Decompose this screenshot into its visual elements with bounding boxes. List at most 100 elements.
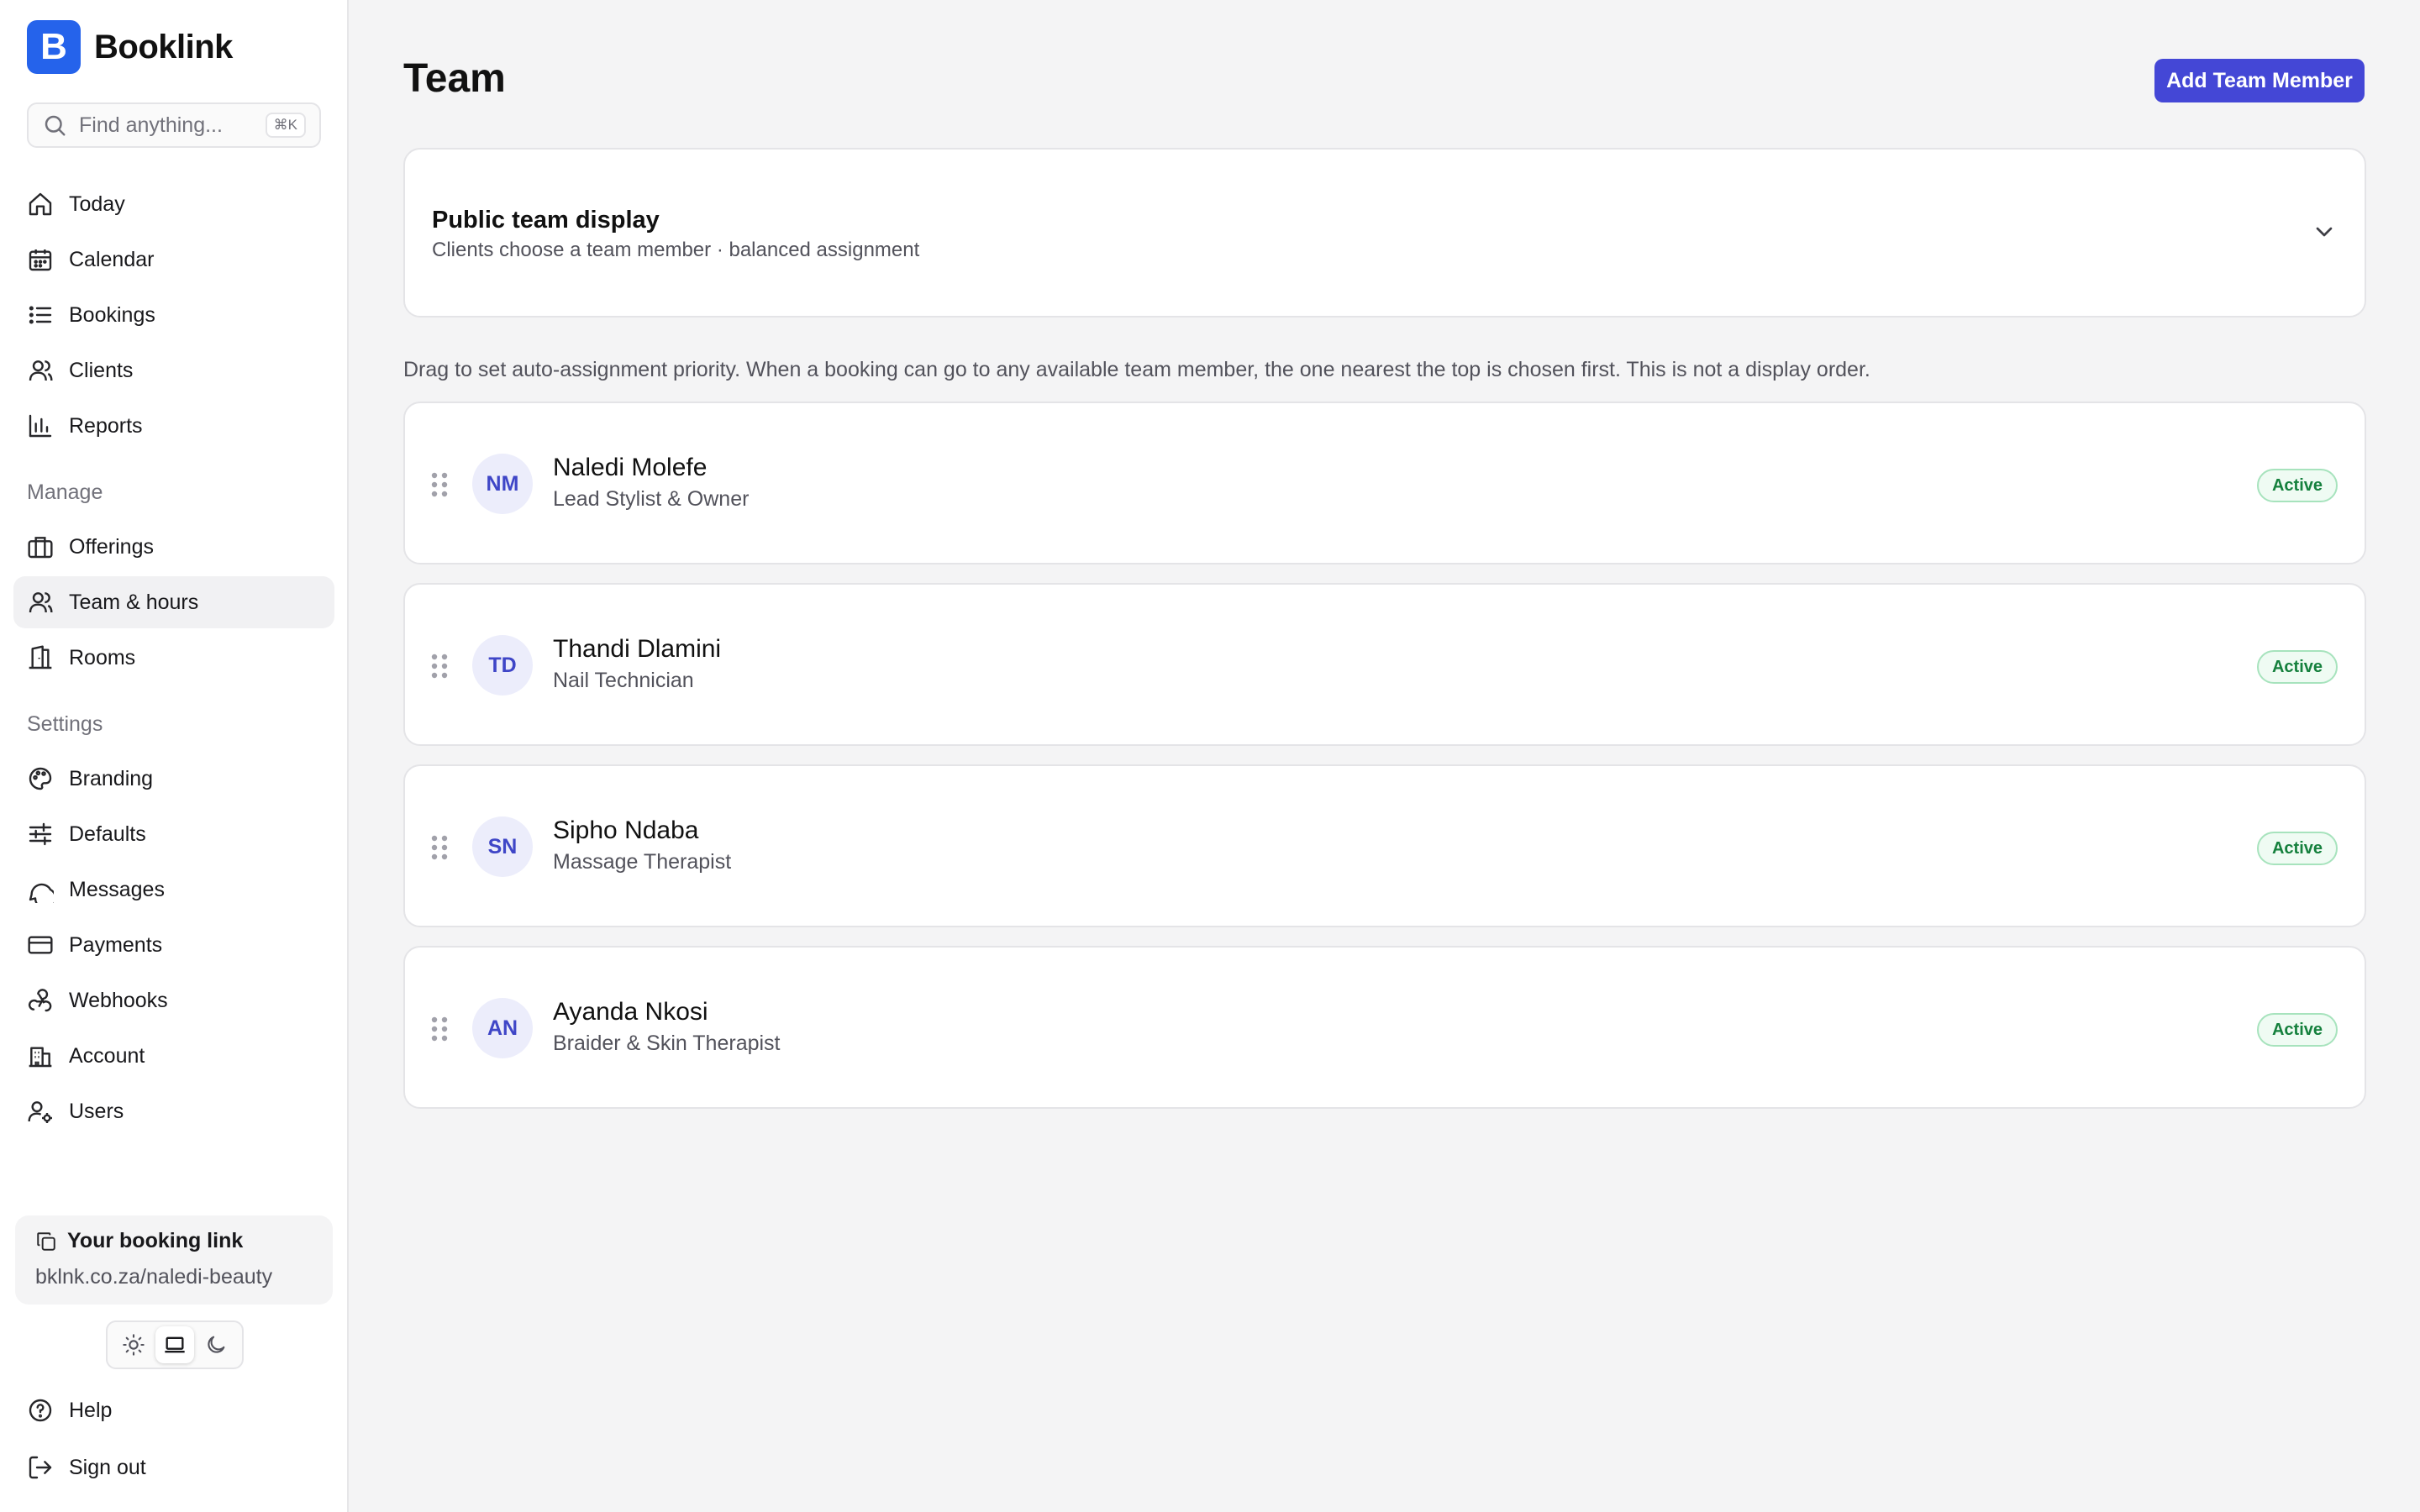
list-icon [29, 306, 52, 324]
team-member-card[interactable]: SN Sipho Ndaba Massage Therapist Active [403, 764, 2366, 927]
manage-nav: Offerings Team & hours Rooms [13, 521, 334, 687]
panel-subtitle: Clients choose a team member · balanced … [432, 239, 920, 261]
user-icon [29, 360, 53, 381]
nav-item-clients[interactable]: Clients [13, 344, 334, 396]
footer-nav: Help Sign out [13, 1384, 334, 1497]
nav-label: Rooms [69, 645, 136, 669]
nav-label: Defaults [69, 822, 146, 846]
nav-item-users[interactable]: Users [13, 1085, 334, 1137]
sidebar: B Booklink ⌘K Today Calendar Bookings Cl… [0, 0, 349, 1512]
manage-heading: Manage [27, 480, 103, 504]
nav-label: Reports [69, 413, 143, 438]
nav-label: Team & hours [69, 590, 199, 614]
nav-item-calendar[interactable]: Calendar [13, 234, 334, 286]
drag-handle-icon[interactable] [430, 653, 449, 680]
nav-item-rooms[interactable]: Rooms [13, 632, 334, 684]
page-title: Team [403, 56, 506, 101]
chevron-down-icon[interactable] [2311, 218, 2338, 245]
booking-link-card[interactable]: Your booking link bklnk.co.za/naledi-bea… [15, 1215, 333, 1305]
search-box[interactable]: ⌘K [27, 102, 321, 148]
theme-dark-button[interactable] [197, 1326, 235, 1363]
brand-name: Booklink [94, 28, 233, 66]
nav-item-help[interactable]: Help [13, 1384, 334, 1436]
nav-item-today[interactable]: Today [13, 178, 334, 230]
member-name: Sipho Ndaba [553, 816, 699, 844]
nav-label: Branding [69, 766, 154, 790]
brand-logo: B [27, 20, 81, 74]
nav-item-reports[interactable]: Reports [13, 400, 334, 452]
drag-handle-icon[interactable] [430, 834, 449, 861]
theme-system-button[interactable] [155, 1326, 194, 1363]
nav-label: Offerings [69, 534, 154, 559]
search-input[interactable] [79, 113, 266, 138]
building-icon [29, 1047, 52, 1068]
member-name: Ayanda Nkosi [553, 998, 708, 1026]
nav-label: Today [69, 192, 125, 216]
copy-icon [37, 1231, 55, 1251]
user-cog-icon [28, 1101, 52, 1123]
nav-label: Clients [69, 358, 134, 382]
drag-handle-icon[interactable] [430, 1016, 449, 1042]
sliders-icon [29, 822, 52, 846]
team-member-card[interactable]: NM Naledi Molefe Lead Stylist & Owner Ac… [403, 402, 2366, 564]
status-badge: Active [2256, 832, 2338, 865]
theme-light-button[interactable] [114, 1326, 153, 1363]
sun-icon [122, 1334, 145, 1356]
settings-nav: Branding Defaults Messages Payments Webh… [13, 753, 334, 1141]
shortcut-hint: ⌘K [265, 113, 306, 138]
nav-label: Messages [69, 877, 165, 901]
nav-item-account[interactable]: Account [13, 1030, 334, 1082]
nav-label: Help [69, 1398, 113, 1422]
public-team-display-panel[interactable]: Public team display Clients choose a tea… [403, 148, 2366, 318]
booking-link-label: Your booking link [67, 1229, 244, 1252]
avatar: SN [472, 816, 533, 877]
home-icon [29, 192, 52, 216]
member-name: Thandi Dlamini [553, 635, 722, 663]
drag-handle-icon[interactable] [430, 471, 449, 498]
settings-heading: Settings [27, 712, 103, 736]
credit-card-icon [28, 936, 53, 954]
avatar: NM [472, 454, 533, 514]
laptop-icon [165, 1336, 185, 1353]
nav-label: Account [69, 1043, 145, 1068]
nav-item-payments[interactable]: Payments [13, 919, 334, 971]
nav-item-offerings[interactable]: Offerings [13, 521, 334, 573]
nav-item-bookings[interactable]: Bookings [13, 289, 334, 341]
avatar: AN [472, 998, 533, 1058]
nav-label: Users [69, 1099, 124, 1123]
nav-item-defaults[interactable]: Defaults [13, 808, 334, 860]
nav-item-messages[interactable]: Messages [13, 864, 334, 916]
status-badge: Active [2256, 650, 2338, 684]
nav-item-team-hours[interactable]: Team & hours [13, 576, 334, 628]
nav-item-sign-out[interactable]: Sign out [13, 1441, 334, 1494]
booking-link-url[interactable]: bklnk.co.za/naledi-beauty [35, 1265, 313, 1289]
panel-title: Public team display [432, 207, 660, 234]
door-icon [29, 645, 52, 669]
nav-item-branding[interactable]: Branding [13, 753, 334, 805]
team-member-card[interactable]: TD Thandi Dlamini Nail Technician Active [403, 583, 2366, 746]
bar-chart-icon [29, 414, 52, 438]
member-role: Braider & Skin Therapist [553, 1032, 781, 1055]
status-badge: Active [2256, 1013, 2338, 1047]
nav-label: Webhooks [69, 988, 168, 1012]
nav-item-webhooks[interactable]: Webhooks [13, 974, 334, 1026]
member-role: Massage Therapist [553, 850, 732, 874]
users-icon [29, 592, 53, 613]
member-role: Nail Technician [553, 669, 694, 692]
status-badge: Active [2256, 469, 2338, 502]
main-nav: Today Calendar Bookings Clients Reports [13, 178, 334, 455]
add-team-member-button[interactable]: Add Team Member [2154, 59, 2365, 102]
booking-link-title: Your booking link [35, 1229, 313, 1253]
help-circle-icon [29, 1399, 52, 1422]
priority-hint: Drag to set auto-assignment priority. Wh… [403, 358, 1870, 381]
search-icon [45, 115, 66, 136]
nav-label: Sign out [69, 1455, 146, 1479]
nav-label: Calendar [69, 247, 155, 271]
palette-icon [29, 767, 52, 790]
log-out-icon [29, 1456, 52, 1479]
member-role: Lead Stylist & Owner [553, 487, 750, 511]
theme-switcher [106, 1320, 244, 1369]
member-name: Naledi Molefe [553, 454, 708, 481]
team-member-card[interactable]: AN Ayanda Nkosi Braider & Skin Therapist… [403, 946, 2366, 1109]
brand[interactable]: B Booklink [27, 20, 233, 74]
